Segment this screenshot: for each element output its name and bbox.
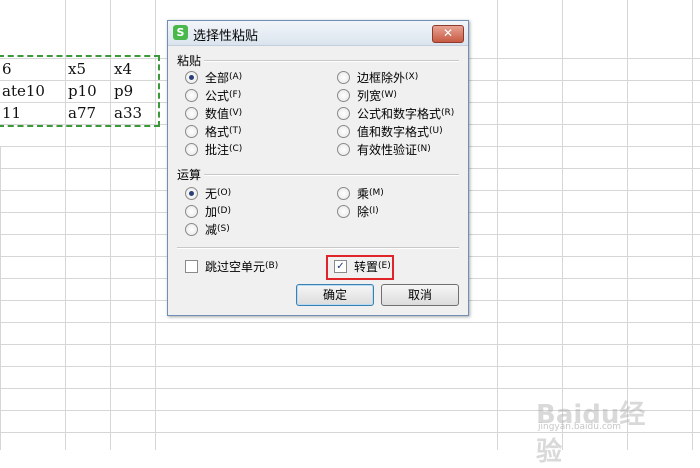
radio-paste-values[interactable]: 数值 (V)	[185, 105, 242, 121]
grid-line	[0, 146, 1, 450]
radio-icon	[337, 124, 350, 138]
transpose-highlight-box	[326, 255, 394, 280]
option-label: 值和数字格式	[357, 124, 430, 139]
option-key: (X)	[405, 72, 419, 82]
option-key: (S)	[217, 224, 230, 234]
option-label: 批注	[205, 142, 230, 157]
option-key: (F)	[229, 90, 242, 100]
radio-operation-none[interactable]: 无 (O)	[185, 185, 231, 201]
radio-operation-add[interactable]: 加 (D)	[185, 203, 231, 219]
option-key: (I)	[369, 206, 379, 216]
radio-paste-formula-number-format[interactable]: 公式和数字格式 (R)	[337, 105, 454, 121]
operation-section-label: 运算	[177, 168, 202, 182]
radio-paste-formats[interactable]: 格式 (T)	[185, 123, 242, 139]
option-key: (N)	[417, 144, 431, 154]
radio-icon	[337, 142, 350, 156]
radio-operation-subtract[interactable]: 减 (S)	[185, 221, 230, 237]
radio-icon	[185, 204, 198, 218]
radio-icon	[337, 186, 350, 200]
radio-icon	[337, 204, 350, 218]
radio-operation-divide[interactable]: 除 (I)	[337, 203, 379, 219]
option-label: 减	[205, 222, 218, 237]
radio-icon	[185, 142, 198, 156]
cancel-button[interactable]: 取消	[381, 284, 459, 306]
radio-icon	[185, 186, 198, 200]
radio-icon	[185, 222, 198, 236]
option-label: 列宽	[357, 88, 382, 103]
copy-selection-border	[0, 55, 160, 127]
baidu-watermark: Baidu经验 jingyan.baidu.com	[536, 382, 666, 467]
dialog-titlebar[interactable]: S 选择性粘贴 ✕	[168, 21, 468, 46]
option-label: 除	[357, 204, 370, 219]
option-key: (T)	[229, 126, 242, 136]
grid-line	[692, 0, 693, 450]
wps-spreadsheet-icon: S	[173, 25, 188, 40]
grid-line	[497, 0, 498, 450]
grid-line	[0, 344, 700, 345]
radio-paste-except-borders[interactable]: 边框除外 (X)	[337, 69, 418, 85]
separator	[204, 60, 459, 62]
option-label: 全部	[205, 70, 230, 85]
option-label: 公式	[205, 88, 230, 103]
paste-section-label: 粘贴	[177, 54, 202, 68]
option-label: 边框除外	[357, 70, 406, 85]
radio-paste-validation[interactable]: 有效性验证 (N)	[337, 141, 431, 157]
dialog-title: 选择性粘贴	[193, 29, 259, 44]
radio-operation-multiply[interactable]: 乘 (M)	[337, 185, 384, 201]
radio-icon	[185, 106, 198, 120]
option-label: 乘	[357, 186, 370, 201]
option-label: 数值	[205, 106, 230, 121]
option-label: 加	[205, 204, 218, 219]
radio-paste-formula[interactable]: 公式 (F)	[185, 87, 241, 103]
paste-special-dialog: S 选择性粘贴 ✕ 粘贴 全部 (A) 公式 (F) 数值 (V) 格式 (T)…	[167, 20, 469, 316]
skip-blanks-checkbox[interactable]: 跳过空单元 (B)	[185, 258, 278, 274]
checkbox-icon	[185, 259, 198, 273]
option-key: (V)	[229, 108, 243, 118]
grid-line	[0, 322, 700, 323]
radio-icon	[337, 88, 350, 102]
radio-icon	[185, 70, 198, 84]
option-key: (D)	[217, 206, 231, 216]
radio-icon	[337, 106, 350, 120]
watermark-url: jingyan.baidu.com	[538, 422, 622, 432]
radio-icon	[185, 124, 198, 138]
option-key: (U)	[429, 126, 443, 136]
radio-icon	[185, 88, 198, 102]
option-key: (R)	[441, 108, 455, 118]
option-label: 跳过空单元	[205, 259, 266, 274]
grid-line	[0, 366, 700, 367]
option-label: 无	[205, 186, 218, 201]
radio-icon	[337, 70, 350, 84]
option-label: 公式和数字格式	[357, 106, 442, 121]
option-key: (O)	[217, 188, 232, 198]
option-label: 有效性验证	[357, 142, 418, 157]
option-key: (B)	[265, 261, 279, 271]
close-button[interactable]: ✕	[432, 25, 464, 43]
option-label: 格式	[205, 124, 230, 139]
option-key: (W)	[381, 90, 397, 100]
radio-paste-comments[interactable]: 批注 (C)	[185, 141, 242, 157]
separator	[177, 247, 459, 249]
ok-button[interactable]: 确定	[296, 284, 374, 306]
option-key: (A)	[229, 72, 243, 82]
radio-paste-column-width[interactable]: 列宽 (W)	[337, 87, 397, 103]
separator	[204, 174, 459, 176]
option-key: (C)	[229, 144, 243, 154]
radio-paste-value-number-format[interactable]: 值和数字格式 (U)	[337, 123, 443, 139]
radio-paste-all[interactable]: 全部 (A)	[185, 69, 242, 85]
option-key: (M)	[369, 188, 384, 198]
